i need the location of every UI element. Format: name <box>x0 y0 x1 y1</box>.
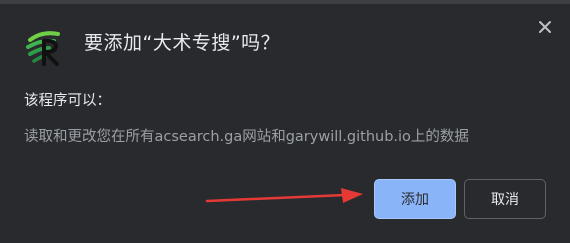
cancel-button[interactable]: 取消 <box>464 179 546 219</box>
permission-item: 读取和更改您在所有acsearch.ga网站和garywill.github.i… <box>24 129 469 145</box>
add-button[interactable]: 添加 <box>374 179 456 219</box>
dialog-title: 要添加“大术专搜”吗？ <box>84 32 281 54</box>
add-extension-dialog: 要添加“大术专搜”吗？ 该程序可以： 读取和更改您在所有acsearch.ga网… <box>0 4 570 243</box>
red-arrow-annotation <box>205 188 363 203</box>
permissions-heading: 该程序可以： <box>24 93 111 109</box>
close-button[interactable] <box>532 14 558 40</box>
extension-logo-icon <box>26 31 60 66</box>
close-icon <box>539 21 551 33</box>
